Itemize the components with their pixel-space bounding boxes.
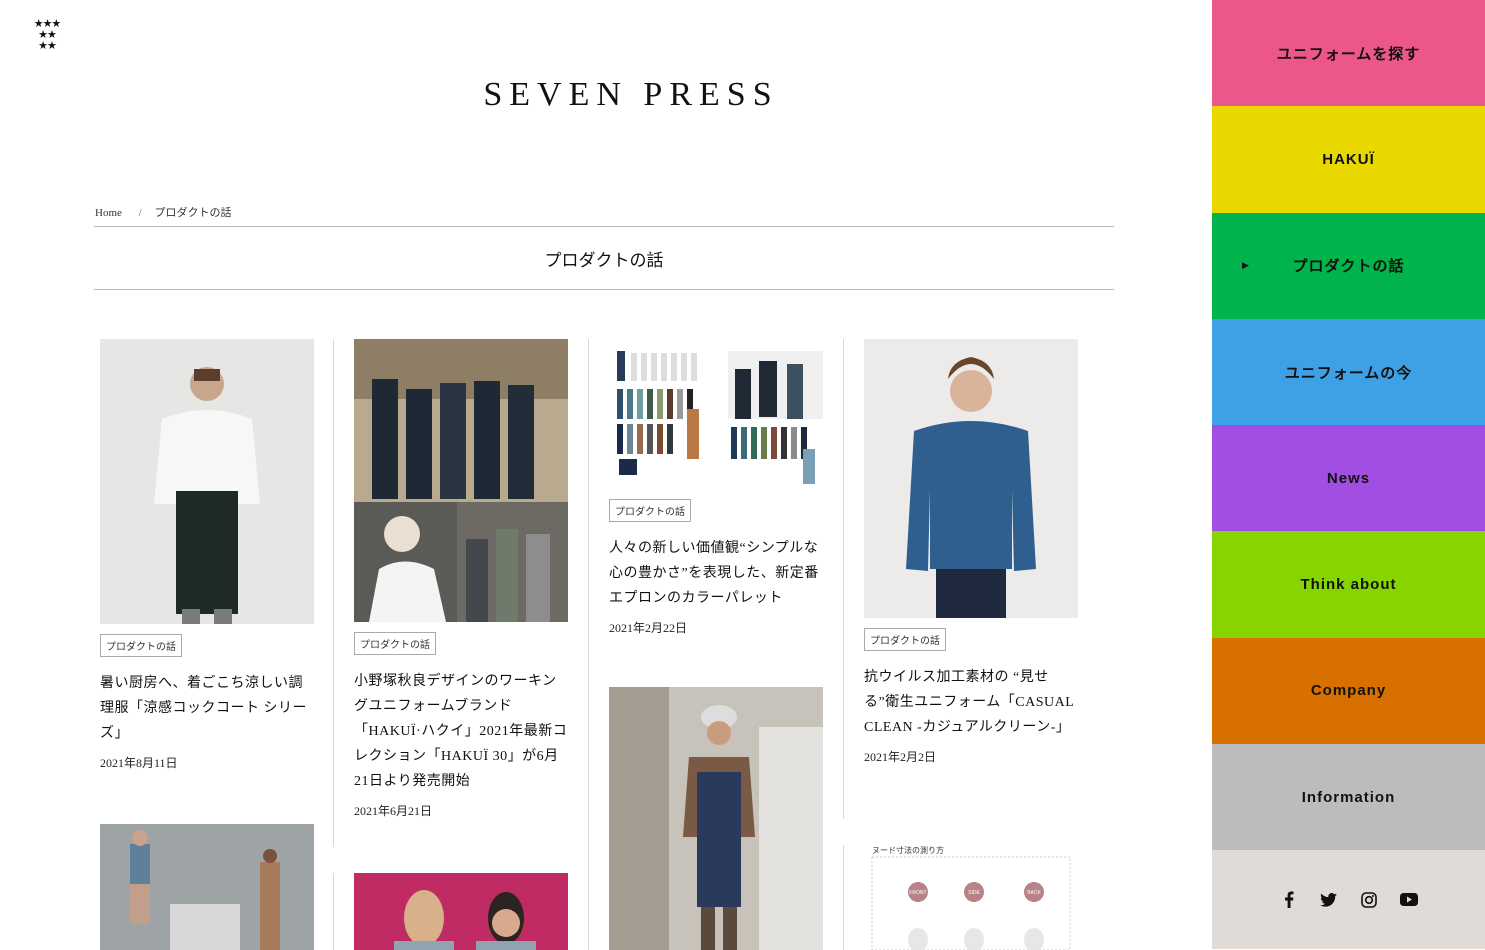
- article-date: 2021年8月11日: [100, 756, 178, 770]
- article-title[interactable]: 暑い厨房へ、着ごこち涼しい調理服「涼感コックコート シリーズ」: [100, 671, 314, 746]
- social-links: [1212, 850, 1485, 950]
- nav-label: HAKUÏ: [1322, 150, 1375, 168]
- apron-models-photo: [100, 824, 314, 950]
- logo-icon[interactable]: ★★★ ★★ ★★: [30, 19, 64, 52]
- article-title[interactable]: 小野塚秋良デザインのワーキングユニフォームブランド「HAKUÏ·ハクイ」2021…: [354, 669, 568, 794]
- article-date: 2021年6月21日: [354, 804, 433, 818]
- breadcrumb: Home / プロダクトの話: [95, 204, 231, 220]
- article-card[interactable]: プロダクトの話 人々の新しい価値観“シンプルな心の豊かさ”を表現した、新定番エプ…: [609, 339, 823, 636]
- article-title[interactable]: 人々の新しい価値観“シンプルな心の豊かさ”を表現した、新定番エプロンのカラーパレ…: [609, 536, 823, 611]
- active-arrow-icon: ▶: [1242, 260, 1250, 271]
- hakui-collection-photo: [354, 339, 568, 622]
- column-divider: [588, 339, 589, 950]
- column-divider: [333, 339, 334, 847]
- instagram-icon[interactable]: [1360, 891, 1378, 909]
- category-tag[interactable]: プロダクトの話: [609, 499, 691, 522]
- nav-item-information[interactable]: Information: [1212, 744, 1485, 851]
- article-thumbnail[interactable]: [354, 339, 568, 622]
- nav-label: Think about: [1300, 576, 1397, 594]
- page-title-text: プロダクトの話: [544, 250, 664, 270]
- article-card[interactable]: [354, 873, 568, 950]
- denim-apron-photo: [609, 687, 823, 950]
- nav-item-hakui[interactable]: HAKUÏ: [1212, 106, 1485, 213]
- nav-label: News: [1326, 469, 1371, 487]
- nav-label: ユニフォームを探す: [1276, 45, 1421, 63]
- article-card[interactable]: ヌード寸法の測り方 FRONT SIDE BACK: [864, 845, 1078, 950]
- site-title[interactable]: SEVEN PRESS: [0, 76, 1262, 114]
- chef-coat-photo: [100, 339, 314, 624]
- models-magenta-photo: [354, 873, 568, 950]
- article-card[interactable]: プロダクトの話 暑い厨房へ、着ごこち涼しい調理服「涼感コックコート シリーズ」 …: [100, 339, 314, 771]
- nav-item-find-uniform[interactable]: ユニフォームを探す: [1212, 0, 1485, 107]
- article-thumbnail[interactable]: [100, 339, 314, 624]
- breadcrumb-current: プロダクトの話: [154, 207, 232, 219]
- article-card[interactable]: [609, 687, 823, 950]
- measure-title: ヌード寸法の測り方: [872, 845, 944, 855]
- article-card[interactable]: プロダクトの話 小野塚秋良デザインのワーキングユニフォームブランド「HAKUÏ·…: [354, 339, 568, 819]
- back-label: BACK: [1027, 890, 1041, 896]
- breadcrumb-separator: /: [138, 207, 142, 219]
- nav-item-news[interactable]: News: [1212, 425, 1485, 532]
- nav-item-product-story[interactable]: ▶ プロダクトの話: [1212, 212, 1485, 319]
- facebook-icon[interactable]: [1280, 891, 1298, 909]
- article-thumbnail[interactable]: [864, 339, 1078, 618]
- measurement-chart-image: ヌード寸法の測り方 FRONT SIDE BACK: [864, 845, 1078, 950]
- side-label: SIDE: [968, 890, 980, 896]
- nav-label: Information: [1301, 788, 1396, 806]
- front-label: FRONT: [909, 890, 926, 896]
- apron-palette-photo: [609, 339, 823, 489]
- column-divider: [843, 339, 844, 819]
- article-thumbnail[interactable]: [609, 339, 823, 489]
- twitter-icon[interactable]: [1320, 891, 1338, 909]
- nav-label: ユニフォームの今: [1284, 364, 1413, 382]
- category-tag[interactable]: プロダクトの話: [100, 634, 182, 657]
- article-date: 2021年2月2日: [864, 750, 937, 764]
- category-tag[interactable]: プロダクトの話: [864, 628, 946, 651]
- breadcrumb-home-link[interactable]: Home: [95, 207, 122, 219]
- category-tag[interactable]: プロダクトの話: [354, 632, 436, 655]
- article-title[interactable]: 抗ウイルス加工素材の “見せる”衛生ユニフォーム「CASUAL CLEAN -カ…: [864, 665, 1078, 740]
- nav-item-uniform-now[interactable]: ユニフォームの今: [1212, 318, 1485, 426]
- nav-item-think-about[interactable]: Think about: [1212, 531, 1485, 638]
- youtube-icon[interactable]: [1399, 891, 1418, 909]
- nav-label: Company: [1310, 682, 1387, 700]
- nav-label: プロダクトの話: [1292, 258, 1405, 276]
- casual-clean-shirt-photo: [864, 339, 1078, 618]
- article-date: 2021年2月22日: [609, 621, 688, 635]
- column-divider: [843, 845, 844, 950]
- side-navigation: ユニフォームを探す HAKUÏ ▶ プロダクトの話 ユニフォームの今 News …: [1212, 0, 1485, 950]
- article-card[interactable]: [100, 824, 314, 950]
- article-card[interactable]: プロダクトの話 抗ウイルス加工素材の “見せる”衛生ユニフォーム「CASUAL …: [864, 339, 1078, 765]
- page-title: プロダクトの話: [94, 226, 1114, 290]
- column-divider: [333, 873, 334, 950]
- nav-item-company[interactable]: Company: [1212, 637, 1485, 745]
